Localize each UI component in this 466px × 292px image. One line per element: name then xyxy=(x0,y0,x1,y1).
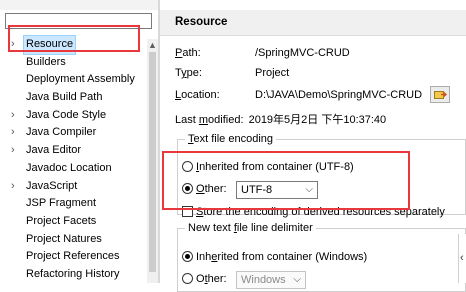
location-label: Location: xyxy=(175,89,220,101)
chevron-right-icon[interactable]: › xyxy=(11,178,21,196)
modified-row: Last modified: 2019年5月2日 下午10:37:40 xyxy=(175,112,386,128)
tree-item[interactable]: Refactoring History xyxy=(0,266,146,284)
radio-button[interactable] xyxy=(182,273,193,284)
tree-item-label: Java Code Style xyxy=(26,108,107,121)
chevron-right-icon[interactable]: › xyxy=(11,107,21,125)
tree-item[interactable]: Deployment Assembly xyxy=(0,71,146,89)
page-title: Resource xyxy=(175,16,228,28)
radio-button[interactable] xyxy=(182,161,193,172)
type-value: Project xyxy=(255,67,290,79)
radio-button-checked[interactable] xyxy=(182,183,193,194)
encoding-inherited-radio[interactable]: Inherited from container (UTF-8) xyxy=(182,158,354,176)
tree-item[interactable]: Builders xyxy=(0,54,146,72)
path-value: /SpringMVC-CRUD xyxy=(255,47,350,59)
tree-item[interactable]: Javadoc Location xyxy=(0,160,146,178)
type-label: Type: xyxy=(175,67,202,79)
checkbox[interactable] xyxy=(182,206,193,217)
tree-item[interactable]: › Java Editor xyxy=(0,142,146,160)
tree-item-label: Java Build Path xyxy=(26,91,103,104)
modified-value: 2019年5月2日 下午10:37:40 xyxy=(248,114,387,126)
chevron-right-icon[interactable]: › xyxy=(11,142,21,160)
modified-label: Last modified: xyxy=(175,114,244,126)
delimiter-inherited-radio[interactable]: Inherited from container (Windows) xyxy=(182,248,367,266)
radio-button-checked[interactable] xyxy=(182,251,193,262)
open-folder-icon xyxy=(434,91,447,99)
line-delimiter-legend: New text file line delimiter xyxy=(188,222,313,234)
encoding-combo-value: UTF-8 xyxy=(241,184,273,196)
tree-item[interactable]: › Java Code Style xyxy=(0,107,146,125)
encoding-other-radio[interactable]: Other: xyxy=(182,180,227,198)
tree-item-label: Resource xyxy=(22,35,77,55)
property-tree: › Resource Builders Deployment Assembly Java… xyxy=(0,35,146,284)
path-label: Path: xyxy=(175,47,201,59)
store-derived-checkbox[interactable]: Store the encoding of derived resources … xyxy=(182,203,445,221)
location-value: D:\JAVA\Demo\SpringMVC-CRUD xyxy=(255,89,423,101)
text-file-encoding-group: Text file encoding Inherited from contai… xyxy=(177,133,466,218)
tree-item-label: Builders xyxy=(26,55,66,68)
tree-item-label: Java Compiler xyxy=(26,126,97,139)
scroll-thumb[interactable] xyxy=(149,52,156,272)
tree-item-label: Deployment Assembly xyxy=(26,73,135,86)
page-header: Resource xyxy=(160,10,466,36)
tree-item[interactable]: JSP Fragment xyxy=(0,195,146,213)
delimiter-other-radio[interactable]: Other: xyxy=(182,270,227,288)
chevron-left-icon[interactable]: ‹ xyxy=(460,252,464,264)
tree-item-label: Project References xyxy=(26,250,120,263)
chevron-right-icon[interactable]: › xyxy=(11,124,21,142)
tree-item-label: Project Natures xyxy=(26,232,102,245)
show-in-explorer-button[interactable] xyxy=(430,86,450,103)
tree-item[interactable]: Java Build Path xyxy=(0,89,146,107)
tree-item[interactable]: › JavaScript xyxy=(0,178,146,196)
right-edge-panel: ‹ xyxy=(458,234,466,283)
encoding-legend: Text file encoding xyxy=(188,133,273,145)
tree-item-label: Project Facets xyxy=(26,214,97,227)
chevron-down-icon: ⌵ xyxy=(293,274,301,285)
chevron-right-icon[interactable]: › xyxy=(11,36,21,54)
tree-item[interactable]: Project Natures xyxy=(0,231,146,249)
tree-item[interactable]: Project Facets xyxy=(0,213,146,231)
tree-item-label: Java Editor xyxy=(26,144,82,157)
tree-scrollbar[interactable]: ▲ xyxy=(147,39,158,283)
tree-item-label: JSP Fragment xyxy=(26,197,97,210)
tree-item[interactable]: Project References xyxy=(0,248,146,266)
delimiter-combo: Windows ⌵ xyxy=(236,271,306,289)
encoding-combo[interactable]: UTF-8 ⌵ xyxy=(236,181,318,199)
tree-item[interactable]: › Resource xyxy=(0,35,146,55)
tree-item-label: JavaScript xyxy=(26,179,78,192)
filter-input[interactable] xyxy=(5,13,152,29)
tree-item-label: Refactoring History xyxy=(26,267,120,280)
tree-item-label: Javadoc Location xyxy=(26,161,112,174)
tree-item[interactable]: › Java Compiler xyxy=(0,124,146,142)
line-delimiter-group: New text file line delimiter Inherited f… xyxy=(177,222,466,292)
delimiter-combo-value: Windows xyxy=(241,274,286,286)
resource-page: Resource Path: /SpringMVC-CRUD Type: Pro… xyxy=(160,0,466,292)
left-pane: › Resource Builders Deployment Assembly Java… xyxy=(0,10,158,283)
chevron-down-icon: ⌵ xyxy=(305,184,313,195)
scroll-up-icon[interactable]: ▲ xyxy=(147,39,158,51)
